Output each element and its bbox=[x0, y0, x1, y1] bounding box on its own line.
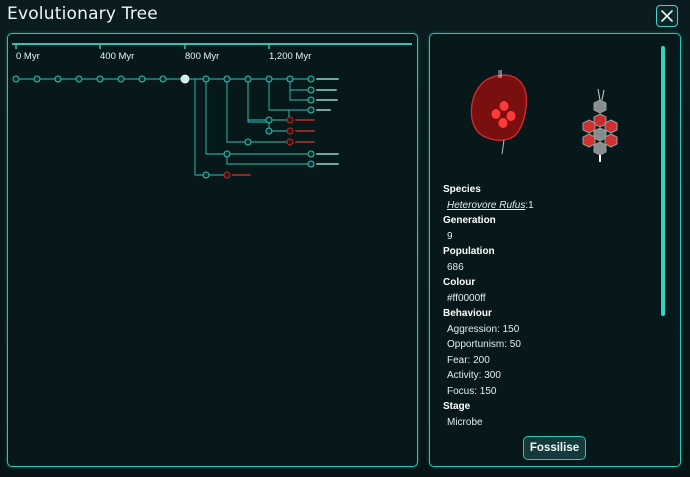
colour-value: #ff0000ff bbox=[447, 292, 486, 304]
tree-panel[interactable]: 0 Myr 400 Myr 800 Myr 1,200 Myr bbox=[7, 33, 418, 467]
species-value: Heterovore Rufus:1 bbox=[443, 198, 658, 214]
behaviour-label: Behaviour bbox=[443, 308, 492, 319]
species-suffix: :1 bbox=[525, 199, 534, 211]
behaviour-fear: Fear: 200 bbox=[447, 354, 490, 366]
species-name: Heterovore Rufus bbox=[447, 199, 526, 211]
species-detail-panel: Species Heterovore Rufus:1 Generation 9 … bbox=[429, 33, 681, 467]
timeline-tick-label: 400 Myr bbox=[100, 51, 134, 62]
species-label: Species bbox=[443, 184, 481, 195]
details-scrollbar-thumb[interactable] bbox=[661, 46, 665, 316]
evolutionary-tree-window: Evolutionary Tree 0 Myr 400 Myr 800 Myr … bbox=[0, 0, 690, 477]
window-title: Evolutionary Tree bbox=[7, 4, 158, 24]
population-value: 686 bbox=[447, 261, 464, 273]
tree-graph[interactable]: 0 Myr 400 Myr 800 Myr 1,200 Myr bbox=[8, 34, 419, 468]
details-scrollbar[interactable] bbox=[661, 46, 665, 426]
colour-label: Colour bbox=[443, 277, 476, 288]
close-icon bbox=[661, 10, 673, 22]
timeline-tick-label: 0 Myr bbox=[16, 51, 40, 62]
generation-value: 9 bbox=[447, 230, 453, 242]
behaviour-opportunism: Opportunism: 50 bbox=[447, 339, 521, 350]
selected-node bbox=[180, 74, 190, 84]
organism-preview bbox=[430, 34, 660, 184]
population-label: Population bbox=[443, 246, 495, 257]
tree-links bbox=[16, 78, 311, 176]
species-info: Species Heterovore Rufus:1 Generation 9 … bbox=[443, 182, 658, 430]
microbe-cell-image bbox=[470, 70, 528, 155]
behaviour-activity: Activity: 300 bbox=[447, 370, 501, 381]
timeline-tick-label: 1,200 Myr bbox=[269, 51, 311, 62]
close-button[interactable] bbox=[656, 5, 678, 27]
tree-nodes bbox=[12, 74, 339, 179]
behaviour-aggression: Aggression: 150 bbox=[447, 323, 520, 335]
timeline-tick-label: 800 Myr bbox=[185, 51, 219, 62]
organism-preview-art bbox=[470, 70, 618, 162]
generation-label: Generation bbox=[443, 215, 496, 226]
stage-label: Stage bbox=[443, 401, 471, 412]
fossilise-button[interactable]: Fossilise bbox=[523, 436, 586, 460]
microbe-hex-layout-image bbox=[582, 88, 618, 162]
behaviour-focus: Focus: 150 bbox=[447, 385, 497, 397]
stage-value: Microbe bbox=[447, 416, 483, 428]
